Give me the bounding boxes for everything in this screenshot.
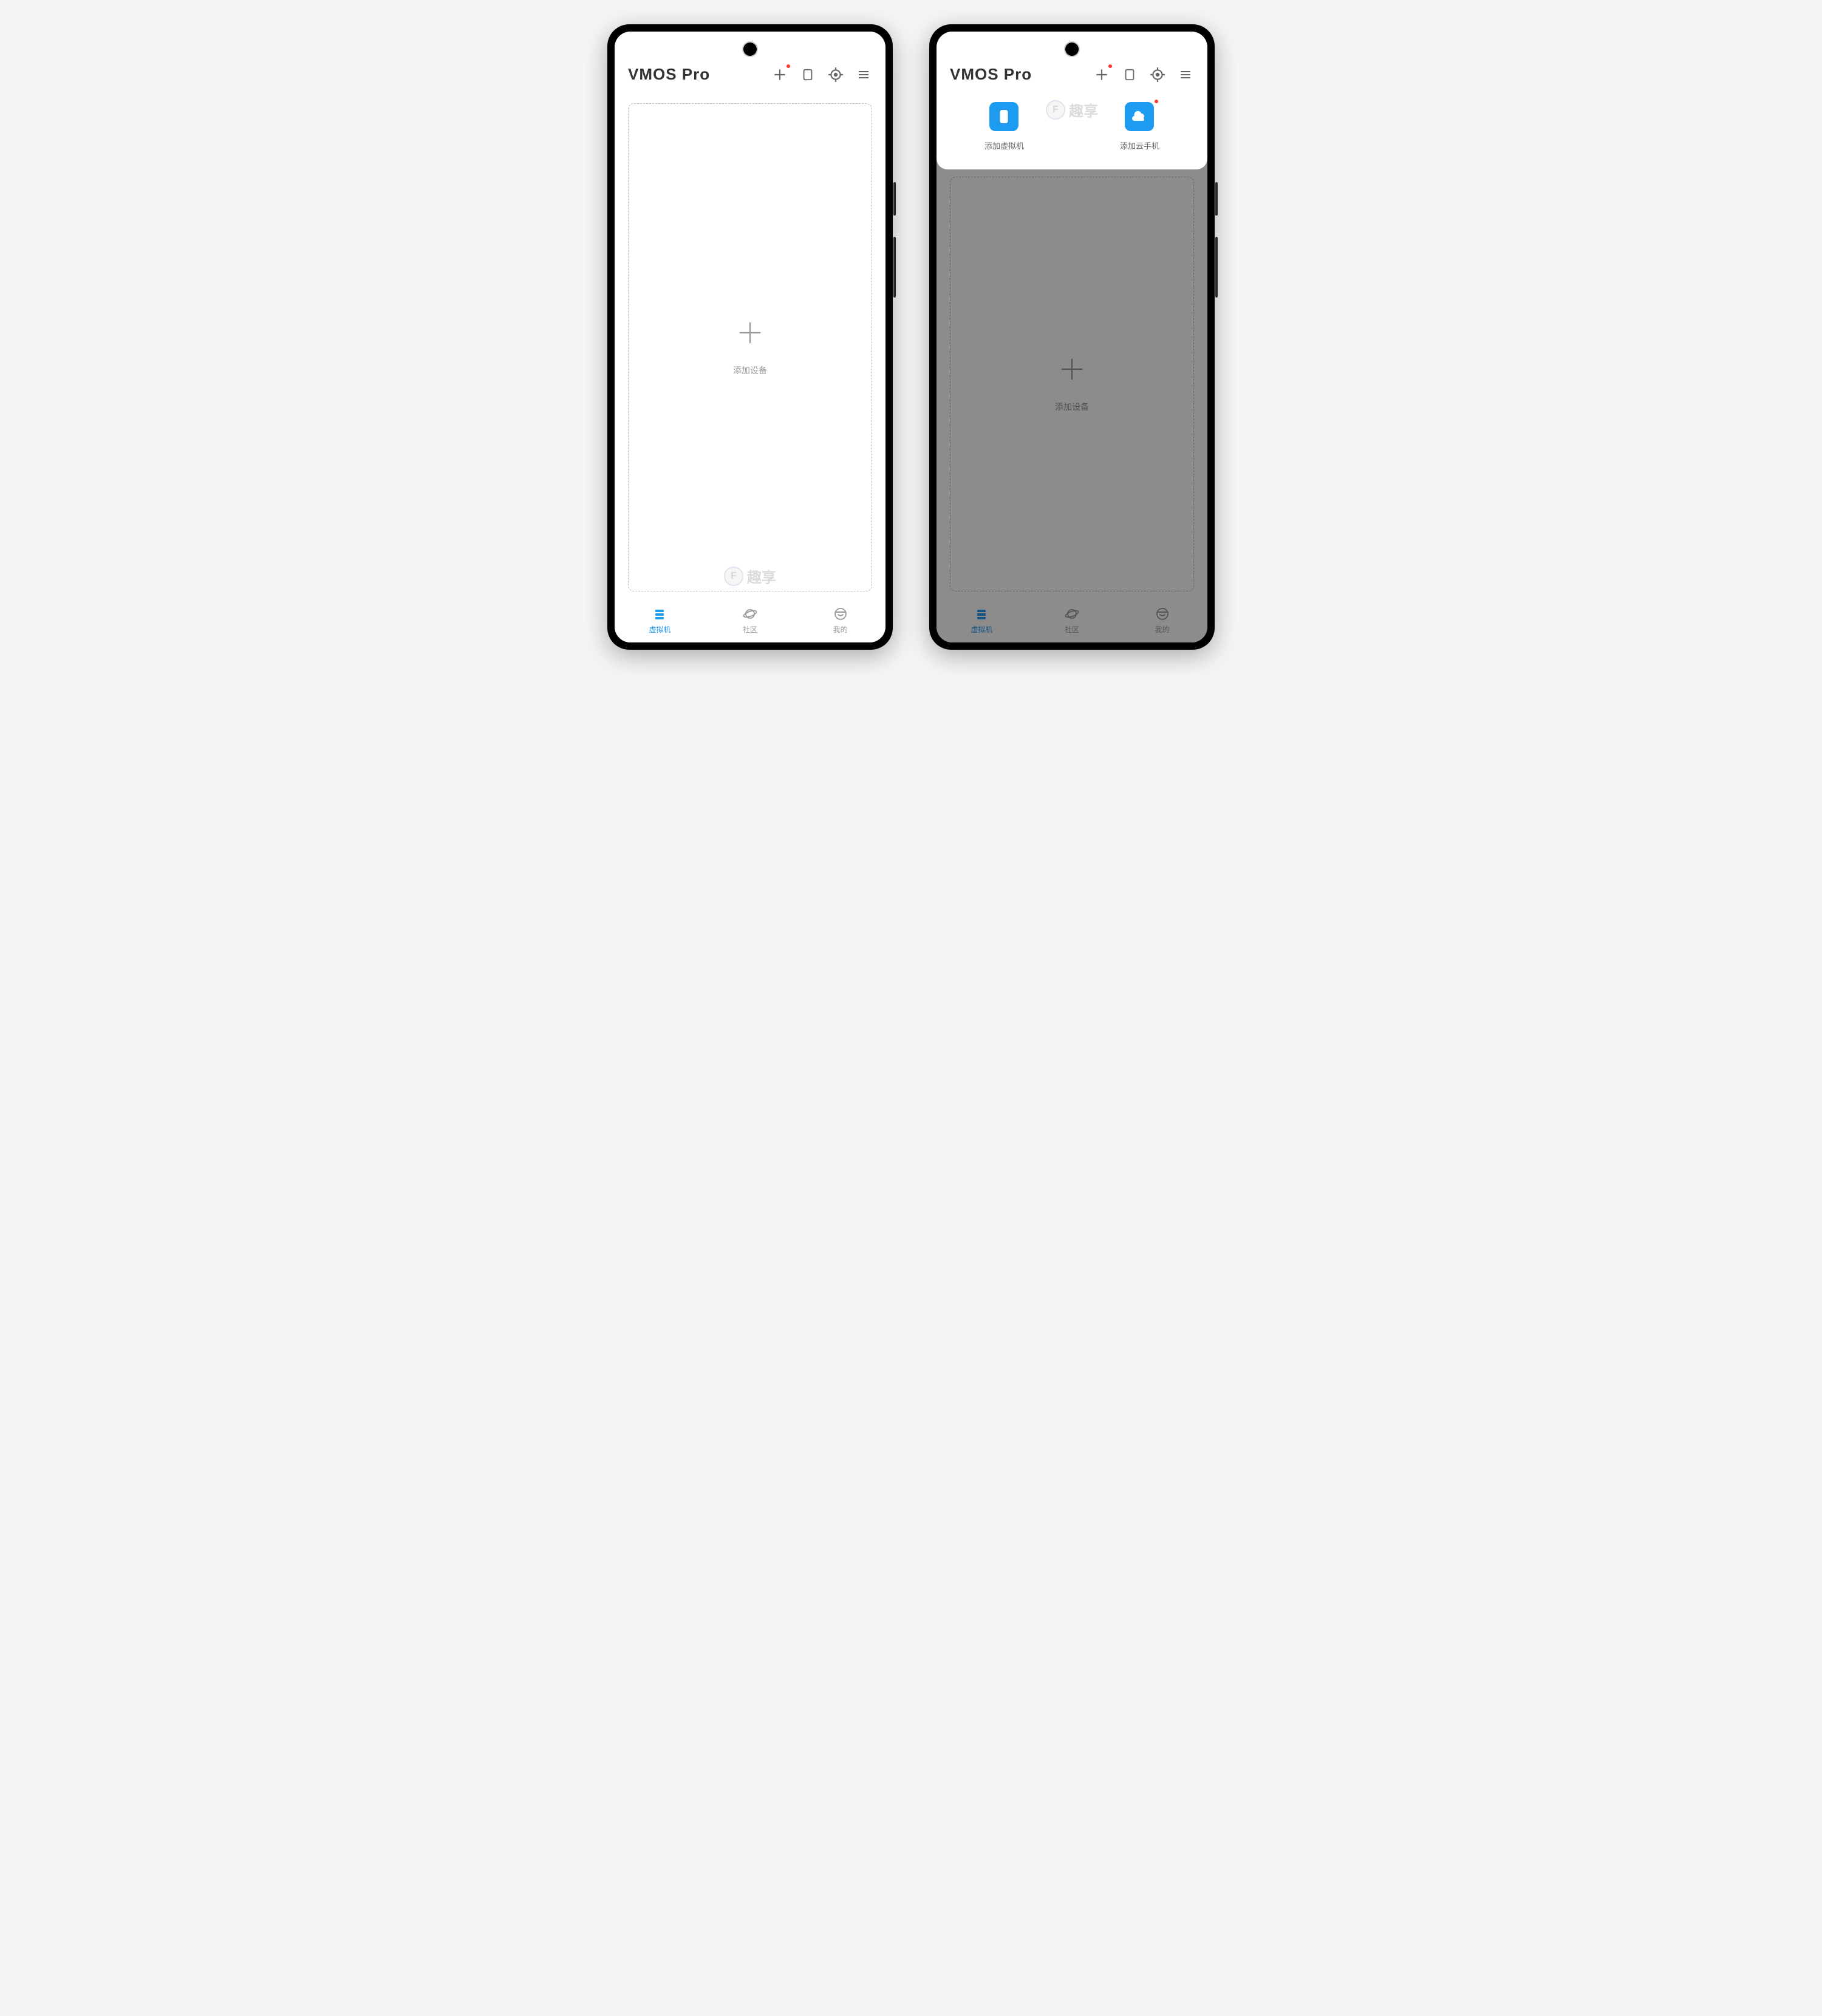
notification-dot [1108,64,1112,68]
phone-mockup-right: VMOS Pro [929,24,1215,650]
plus-icon [736,319,764,350]
bottom-nav: 虚拟机 社区 我的 [615,598,885,642]
add-device-label: 添加设备 [733,364,767,376]
nav-tab-vm[interactable]: 虚拟机 [629,606,690,635]
watermark-badge: F [1046,100,1065,120]
app-header: VMOS Pro [615,32,885,96]
camera-hole [743,43,757,56]
nav-tab-mine[interactable]: 我的 [810,606,871,635]
multi-window-button[interactable] [799,66,816,83]
nav-label: 社区 [743,624,757,635]
watermark: F 趣享 [1046,99,1098,120]
header-actions [771,66,872,83]
add-device-card[interactable]: 添加设备 [628,103,872,591]
camera-hole [1065,43,1079,56]
menu-button[interactable] [855,66,872,83]
multi-window-button[interactable] [1121,66,1138,83]
smile-icon [833,606,848,622]
add-cloud-phone-option[interactable]: 添加云手机 [1120,102,1159,151]
nav-label: 我的 [833,624,848,635]
server-icon [652,606,667,622]
cloud-icon [1125,102,1154,131]
app-header: VMOS Pro [937,32,1207,96]
add-button[interactable] [771,66,788,83]
dropdown-label: 添加云手机 [1120,140,1159,151]
watermark-text: 趣享 [1069,99,1098,120]
nav-tab-community[interactable]: 社区 [720,606,780,635]
add-vm-option[interactable]: 添加虚拟机 [984,102,1024,151]
dropdown-label: 添加虚拟机 [984,140,1024,151]
phone-mockup-left: VMOS Pro [607,24,893,650]
main-content: 添加设备 [615,96,885,598]
target-button[interactable] [827,66,844,83]
notification-dot [786,64,790,68]
app-title: VMOS Pro [628,65,710,84]
add-dropdown-panel: 添加虚拟机 添加云手机 F 趣享 [937,96,1207,169]
menu-button[interactable] [1177,66,1194,83]
app-title: VMOS Pro [950,65,1032,84]
nav-label: 虚拟机 [649,624,670,635]
notification-dot [1155,100,1158,103]
add-button[interactable] [1093,66,1110,83]
phone-screen: VMOS Pro [615,32,885,642]
target-button[interactable] [1149,66,1166,83]
phone-icon [989,102,1018,131]
header-actions [1093,66,1194,83]
planet-icon [742,606,758,622]
phone-screen: VMOS Pro [937,32,1207,642]
